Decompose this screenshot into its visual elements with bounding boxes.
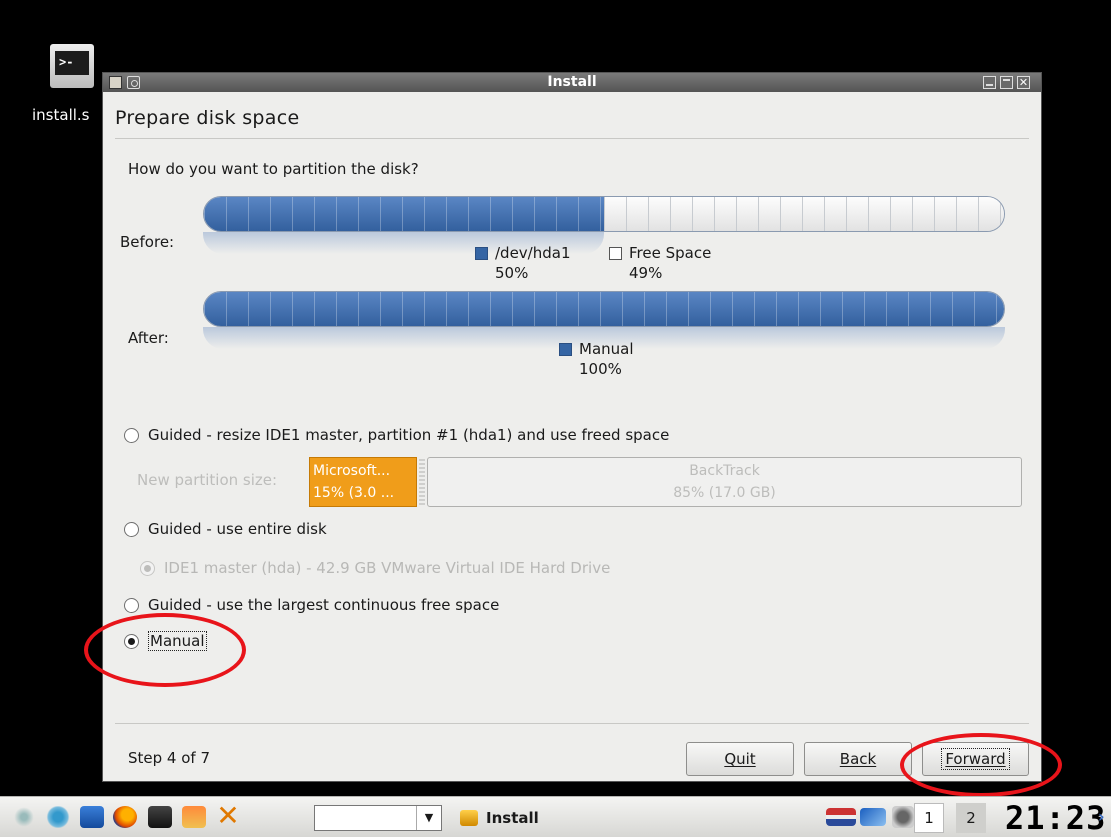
radio-guided-resize[interactable] (124, 427, 139, 443)
radio-guided-largest[interactable] (124, 597, 139, 613)
option-guided-resize[interactable]: Guided - resize IDE1 master, partition #… (124, 426, 669, 444)
hda1-swatch (475, 247, 488, 260)
option-guided-largest-label[interactable]: Guided - use the largest continuous free… (148, 596, 499, 614)
partition-resize-handle[interactable] (419, 459, 425, 505)
lock-tray-icon[interactable] (892, 806, 914, 828)
after-partition-bar (203, 291, 1005, 327)
install-window: Install ✕ Prepare disk space How do you … (102, 72, 1042, 782)
option-disk-select-label[interactable]: IDE1 master (hda) - 42.9 GB VMware Virtu… (164, 559, 610, 577)
radio-disk-select[interactable] (140, 560, 155, 576)
free-space-segment (604, 197, 1004, 231)
legend-free-space-name: Free Space (629, 244, 712, 262)
manual-swatch (559, 343, 572, 356)
manual-segment (204, 292, 1004, 326)
after-label: After: (128, 329, 169, 347)
combo-dropdown-arrow-icon[interactable]: ▼ (416, 806, 441, 830)
taskbar: ✕ ▼ Install 1 2 21:23 › (0, 796, 1111, 837)
keyboard-layout-flag-icon[interactable] (826, 808, 856, 826)
taskbar-install-button[interactable]: Install (460, 805, 539, 831)
before-partition-bar (203, 196, 1005, 232)
desktop-icon[interactable] (80, 806, 104, 828)
legend-manual-percent: 100% (579, 360, 622, 378)
network-globe-icon[interactable] (46, 806, 70, 828)
before-label: Before: (120, 233, 175, 251)
titlebar[interactable]: Install ✕ (103, 73, 1041, 92)
legend-hda1-percent: 50% (495, 264, 529, 282)
annotation-circle-forward (900, 733, 1062, 797)
taskbar-run-combo[interactable]: ▼ (314, 805, 442, 831)
new-partition-size: 85% (17.0 GB) (673, 485, 776, 501)
clock: 21:23 (1005, 799, 1107, 837)
option-guided-entire[interactable]: Guided - use entire disk (124, 520, 327, 538)
new-partition-name: BackTrack (689, 463, 760, 479)
close-button[interactable]: ✕ (1017, 76, 1030, 89)
existing-partition-size: 15% (3.0 ... (313, 485, 395, 501)
legend-free-space: Free Space 49% (609, 244, 712, 282)
existing-partition-name: Microsoft... (313, 463, 391, 479)
new-partition-size-label: New partition size: (137, 471, 278, 489)
firefox-icon[interactable] (113, 806, 137, 828)
legend-free-space-percent: 49% (629, 264, 663, 282)
window-title: Install (547, 74, 597, 90)
tools-x-icon[interactable]: ✕ (216, 801, 240, 831)
minimize-button[interactable] (983, 76, 996, 89)
terminal-icon[interactable] (148, 806, 172, 828)
option-guided-entire-label[interactable]: Guided - use entire disk (148, 520, 327, 538)
step-indicator: Step 4 of 7 (128, 749, 211, 767)
header-divider (115, 138, 1029, 139)
desktop-icon-label[interactable]: install.s (32, 106, 89, 124)
legend-hda1: /dev/hda1 50% (475, 244, 571, 282)
install-task-icon (460, 810, 478, 826)
workspace-2[interactable]: 2 (956, 803, 986, 833)
taskbar-more-arrow-icon[interactable]: › (1098, 807, 1105, 826)
annotation-circle-manual (84, 613, 246, 687)
partition-question: How do you want to partition the disk? (128, 160, 419, 178)
free-space-swatch (609, 247, 622, 260)
display-icon[interactable] (860, 808, 886, 826)
dragon-icon[interactable] (12, 806, 36, 828)
legend-manual-name: Manual (579, 340, 634, 358)
legend-hda1-name: /dev/hda1 (495, 244, 571, 262)
terminal-prompt-glyph: >- (55, 51, 89, 75)
option-disk-select[interactable]: IDE1 master (hda) - 42.9 GB VMware Virtu… (140, 559, 610, 577)
maximize-button[interactable] (1000, 76, 1013, 89)
page-title: Prepare disk space (115, 107, 300, 129)
partition-resize-new[interactable]: BackTrack 85% (17.0 GB) (427, 457, 1022, 507)
option-guided-largest[interactable]: Guided - use the largest continuous free… (124, 596, 499, 614)
back-button[interactable]: Back (804, 742, 912, 776)
rss-icon[interactable] (182, 806, 206, 828)
terminal-script-icon[interactable]: >- (50, 44, 94, 88)
radio-guided-entire[interactable] (124, 521, 139, 537)
partition-resize-existing[interactable]: Microsoft... 15% (3.0 ... (309, 457, 417, 507)
legend-manual: Manual 100% (559, 340, 634, 378)
workspace-1[interactable]: 1 (914, 803, 944, 833)
taskbar-install-label[interactable]: Install (486, 809, 539, 827)
quit-button[interactable]: Quit (686, 742, 794, 776)
hda1-segment (204, 197, 604, 231)
option-guided-resize-label[interactable]: Guided - resize IDE1 master, partition #… (148, 426, 669, 444)
footer-divider (115, 723, 1029, 724)
